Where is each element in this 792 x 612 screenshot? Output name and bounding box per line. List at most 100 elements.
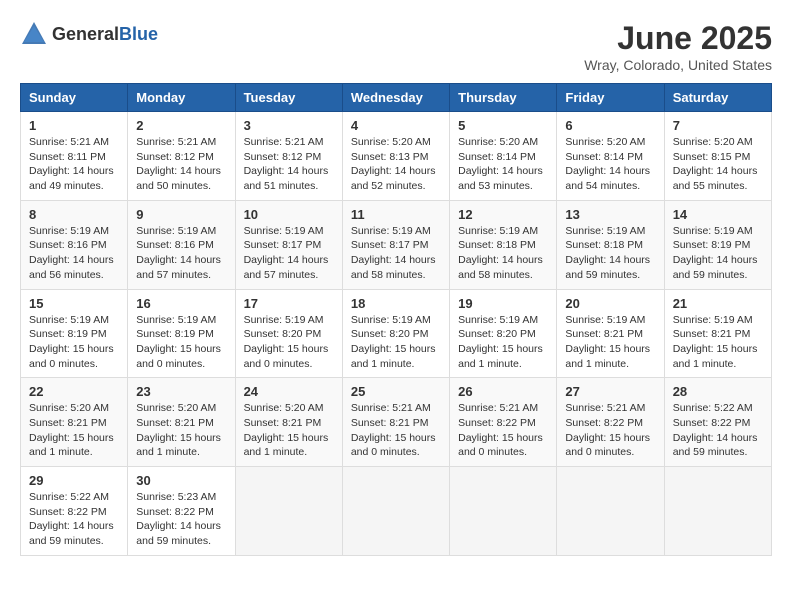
day-info: Sunrise: 5:21 AMSunset: 8:11 PMDaylight:… [29, 136, 114, 192]
day-number: 14 [673, 207, 763, 222]
table-row: 23 Sunrise: 5:20 AMSunset: 8:21 PMDaylig… [128, 378, 235, 467]
day-info: Sunrise: 5:19 AMSunset: 8:16 PMDaylight:… [136, 225, 221, 281]
day-info: Sunrise: 5:20 AMSunset: 8:21 PMDaylight:… [136, 402, 221, 458]
table-row: 10 Sunrise: 5:19 AMSunset: 8:17 PMDaylig… [235, 200, 342, 289]
table-row: 21 Sunrise: 5:19 AMSunset: 8:21 PMDaylig… [664, 289, 771, 378]
table-row: 14 Sunrise: 5:19 AMSunset: 8:19 PMDaylig… [664, 200, 771, 289]
day-info: Sunrise: 5:20 AMSunset: 8:13 PMDaylight:… [351, 136, 436, 192]
table-row: 8 Sunrise: 5:19 AMSunset: 8:16 PMDayligh… [21, 200, 128, 289]
day-info: Sunrise: 5:21 AMSunset: 8:22 PMDaylight:… [458, 402, 543, 458]
table-row: 2 Sunrise: 5:21 AMSunset: 8:12 PMDayligh… [128, 112, 235, 201]
table-row: 6 Sunrise: 5:20 AMSunset: 8:14 PMDayligh… [557, 112, 664, 201]
day-info: Sunrise: 5:21 AMSunset: 8:21 PMDaylight:… [351, 402, 436, 458]
day-number: 15 [29, 296, 119, 311]
day-number: 30 [136, 473, 226, 488]
table-row: 16 Sunrise: 5:19 AMSunset: 8:19 PMDaylig… [128, 289, 235, 378]
day-info: Sunrise: 5:23 AMSunset: 8:22 PMDaylight:… [136, 491, 221, 547]
table-row: 26 Sunrise: 5:21 AMSunset: 8:22 PMDaylig… [450, 378, 557, 467]
logo-icon [20, 20, 48, 48]
day-number: 26 [458, 384, 548, 399]
location-title: Wray, Colorado, United States [584, 57, 772, 73]
day-info: Sunrise: 5:22 AMSunset: 8:22 PMDaylight:… [673, 402, 758, 458]
logo-text: GeneralBlue [52, 24, 158, 45]
calendar-row: 15 Sunrise: 5:19 AMSunset: 8:19 PMDaylig… [21, 289, 772, 378]
col-tuesday: Tuesday [235, 84, 342, 112]
table-row: 7 Sunrise: 5:20 AMSunset: 8:15 PMDayligh… [664, 112, 771, 201]
day-info: Sunrise: 5:19 AMSunset: 8:17 PMDaylight:… [244, 225, 329, 281]
table-row: 17 Sunrise: 5:19 AMSunset: 8:20 PMDaylig… [235, 289, 342, 378]
day-number: 27 [565, 384, 655, 399]
calendar-header-row: Sunday Monday Tuesday Wednesday Thursday… [21, 84, 772, 112]
day-info: Sunrise: 5:20 AMSunset: 8:15 PMDaylight:… [673, 136, 758, 192]
col-monday: Monday [128, 84, 235, 112]
col-thursday: Thursday [450, 84, 557, 112]
day-info: Sunrise: 5:19 AMSunset: 8:18 PMDaylight:… [565, 225, 650, 281]
day-info: Sunrise: 5:22 AMSunset: 8:22 PMDaylight:… [29, 491, 114, 547]
day-number: 10 [244, 207, 334, 222]
col-friday: Friday [557, 84, 664, 112]
table-row: 29 Sunrise: 5:22 AMSunset: 8:22 PMDaylig… [21, 467, 128, 556]
table-row: 4 Sunrise: 5:20 AMSunset: 8:13 PMDayligh… [342, 112, 449, 201]
day-number: 2 [136, 118, 226, 133]
table-row: 3 Sunrise: 5:21 AMSunset: 8:12 PMDayligh… [235, 112, 342, 201]
empty-cell [664, 467, 771, 556]
day-number: 11 [351, 207, 441, 222]
calendar-table: Sunday Monday Tuesday Wednesday Thursday… [20, 83, 772, 556]
day-number: 1 [29, 118, 119, 133]
day-number: 4 [351, 118, 441, 133]
table-row: 11 Sunrise: 5:19 AMSunset: 8:17 PMDaylig… [342, 200, 449, 289]
table-row: 19 Sunrise: 5:19 AMSunset: 8:20 PMDaylig… [450, 289, 557, 378]
day-info: Sunrise: 5:19 AMSunset: 8:17 PMDaylight:… [351, 225, 436, 281]
day-number: 25 [351, 384, 441, 399]
day-number: 7 [673, 118, 763, 133]
day-info: Sunrise: 5:20 AMSunset: 8:14 PMDaylight:… [458, 136, 543, 192]
calendar-row: 8 Sunrise: 5:19 AMSunset: 8:16 PMDayligh… [21, 200, 772, 289]
day-number: 28 [673, 384, 763, 399]
day-info: Sunrise: 5:19 AMSunset: 8:20 PMDaylight:… [458, 314, 543, 370]
day-number: 9 [136, 207, 226, 222]
day-info: Sunrise: 5:19 AMSunset: 8:20 PMDaylight:… [244, 314, 329, 370]
calendar-row: 29 Sunrise: 5:22 AMSunset: 8:22 PMDaylig… [21, 467, 772, 556]
table-row: 24 Sunrise: 5:20 AMSunset: 8:21 PMDaylig… [235, 378, 342, 467]
day-number: 24 [244, 384, 334, 399]
day-info: Sunrise: 5:19 AMSunset: 8:19 PMDaylight:… [29, 314, 114, 370]
day-info: Sunrise: 5:20 AMSunset: 8:21 PMDaylight:… [29, 402, 114, 458]
title-area: June 2025 Wray, Colorado, United States [584, 20, 772, 73]
day-number: 8 [29, 207, 119, 222]
empty-cell [557, 467, 664, 556]
table-row: 20 Sunrise: 5:19 AMSunset: 8:21 PMDaylig… [557, 289, 664, 378]
day-info: Sunrise: 5:19 AMSunset: 8:16 PMDaylight:… [29, 225, 114, 281]
table-row: 28 Sunrise: 5:22 AMSunset: 8:22 PMDaylig… [664, 378, 771, 467]
day-info: Sunrise: 5:21 AMSunset: 8:22 PMDaylight:… [565, 402, 650, 458]
table-row: 9 Sunrise: 5:19 AMSunset: 8:16 PMDayligh… [128, 200, 235, 289]
day-number: 23 [136, 384, 226, 399]
table-row: 18 Sunrise: 5:19 AMSunset: 8:20 PMDaylig… [342, 289, 449, 378]
day-number: 18 [351, 296, 441, 311]
table-row: 12 Sunrise: 5:19 AMSunset: 8:18 PMDaylig… [450, 200, 557, 289]
day-info: Sunrise: 5:20 AMSunset: 8:21 PMDaylight:… [244, 402, 329, 458]
empty-cell [342, 467, 449, 556]
day-info: Sunrise: 5:19 AMSunset: 8:21 PMDaylight:… [673, 314, 758, 370]
logo-inner: GeneralBlue [20, 20, 158, 48]
day-info: Sunrise: 5:19 AMSunset: 8:18 PMDaylight:… [458, 225, 543, 281]
calendar-row: 22 Sunrise: 5:20 AMSunset: 8:21 PMDaylig… [21, 378, 772, 467]
col-wednesday: Wednesday [342, 84, 449, 112]
day-info: Sunrise: 5:20 AMSunset: 8:14 PMDaylight:… [565, 136, 650, 192]
day-number: 6 [565, 118, 655, 133]
table-row: 22 Sunrise: 5:20 AMSunset: 8:21 PMDaylig… [21, 378, 128, 467]
day-number: 5 [458, 118, 548, 133]
table-row: 1 Sunrise: 5:21 AMSunset: 8:11 PMDayligh… [21, 112, 128, 201]
day-number: 17 [244, 296, 334, 311]
day-number: 13 [565, 207, 655, 222]
empty-cell [235, 467, 342, 556]
table-row: 30 Sunrise: 5:23 AMSunset: 8:22 PMDaylig… [128, 467, 235, 556]
empty-cell [450, 467, 557, 556]
day-number: 29 [29, 473, 119, 488]
calendar-row: 1 Sunrise: 5:21 AMSunset: 8:11 PMDayligh… [21, 112, 772, 201]
day-number: 12 [458, 207, 548, 222]
page-header: GeneralBlue June 2025 Wray, Colorado, Un… [20, 20, 772, 73]
day-info: Sunrise: 5:19 AMSunset: 8:19 PMDaylight:… [136, 314, 221, 370]
day-number: 16 [136, 296, 226, 311]
table-row: 15 Sunrise: 5:19 AMSunset: 8:19 PMDaylig… [21, 289, 128, 378]
month-title: June 2025 [584, 20, 772, 57]
